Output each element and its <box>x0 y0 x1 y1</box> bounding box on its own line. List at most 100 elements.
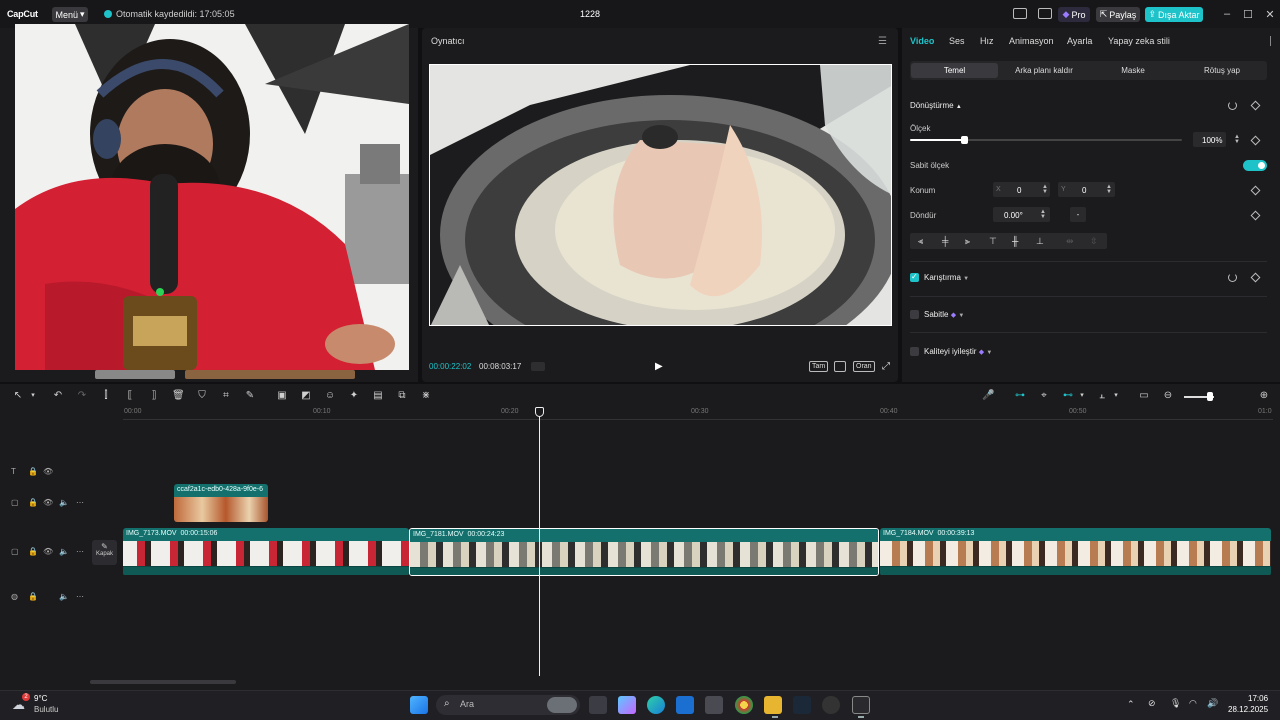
fit-timeline-icon[interactable]: ▭ <box>1138 390 1150 402</box>
freeze-frame-icon[interactable]: ▣ <box>276 390 288 402</box>
eye-icon[interactable]: 👁 <box>43 547 53 556</box>
caption-icon[interactable]: ▤ <box>372 390 384 402</box>
align-middle-v-icon[interactable]: ╫ <box>1012 236 1018 246</box>
stabilize-checkbox[interactable] <box>910 310 919 319</box>
tab-video[interactable]: Video <box>910 36 934 46</box>
uniform-scale-toggle[interactable] <box>1243 160 1267 171</box>
network-off-icon[interactable]: ⊘ <box>1148 698 1156 709</box>
align-left-icon[interactable]: ⫷ <box>918 236 923 247</box>
play-icon[interactable]: ▶ <box>655 361 663 372</box>
speaker-icon[interactable]: 🔈 <box>59 547 69 556</box>
align-center-h-icon[interactable]: ╪ <box>942 236 948 246</box>
windows-start-icon[interactable] <box>410 696 428 714</box>
tab-audio[interactable]: Ses <box>949 36 965 46</box>
delete-icon[interactable]: 🗑 <box>172 390 185 402</box>
lock-icon[interactable]: 🔒 <box>28 592 38 601</box>
crop-icon[interactable]: ⌗ <box>220 390 232 402</box>
link-icon[interactable]: ⊷ <box>1062 390 1074 402</box>
align-right-icon[interactable]: ⫸ <box>965 236 970 247</box>
playhead-handle[interactable] <box>535 407 544 417</box>
subtab-retouch[interactable]: Rötuş yap <box>1178 63 1266 78</box>
stepper-icon[interactable]: ▲ ▼ <box>1234 134 1240 145</box>
enhance-section-title[interactable]: Kaliteyi iyileştir ◆ ▼ <box>924 347 992 356</box>
lock-icon[interactable]: 🔒 <box>28 547 38 556</box>
layout-icon[interactable] <box>1013 8 1027 19</box>
maximize-icon[interactable]: ☐ <box>1242 8 1254 21</box>
chevron-down-icon[interactable]: ▾ <box>1076 390 1088 402</box>
wifi-icon[interactable]: ◠ <box>1189 698 1197 709</box>
focus-icon[interactable] <box>834 361 846 372</box>
redo-icon[interactable]: ↷ <box>76 390 88 402</box>
export-button[interactable]: ⇪ Dışa Aktar <box>1145 7 1203 22</box>
video-clip-selected[interactable]: IMG_7181.MOV 00:00:24:23 <box>409 528 879 576</box>
cover-button[interactable]: ✎ Kapak <box>92 540 117 565</box>
project-title[interactable]: 1228 <box>580 9 600 19</box>
main-track-magnet-icon[interactable]: ⊶ <box>1014 390 1026 402</box>
weather-temp[interactable]: 9°C <box>34 694 47 703</box>
rotate-dial-button[interactable]: - <box>1070 207 1086 222</box>
speaker-icon[interactable]: 🔈 <box>59 592 69 601</box>
task-view-icon[interactable] <box>589 696 607 714</box>
video-clip[interactable]: IMG_7173.MOV 00:00:15:06 <box>123 528 409 576</box>
menu-button[interactable]: Menü ▾ <box>52 7 88 22</box>
player-preview-frame[interactable] <box>429 64 892 326</box>
blend-section-title[interactable]: Karıştırma ▼ <box>924 273 969 282</box>
file-explorer-icon[interactable] <box>764 696 782 714</box>
undo-icon[interactable]: ↶ <box>52 390 64 402</box>
subtab-basic[interactable]: Temel <box>911 63 998 78</box>
speaker-icon[interactable]: 🔈 <box>59 498 69 507</box>
ai-edit-icon[interactable]: ✎ <box>244 390 256 402</box>
more-icon[interactable]: ⋯ <box>76 547 84 556</box>
chevron-down-icon[interactable]: ▾ <box>27 390 39 402</box>
distribute-h-icon[interactable]: ⇹ <box>1066 236 1074 247</box>
reset-icon[interactable] <box>1228 273 1237 282</box>
tab-animation[interactable]: Animasyon <box>1009 36 1054 46</box>
subtab-mask[interactable]: Maske <box>1090 63 1176 78</box>
stepper-icon[interactable]: ▲ ▼ <box>1106 184 1112 195</box>
stepper-icon[interactable]: ▲ ▼ <box>1042 184 1048 195</box>
steam-icon[interactable] <box>793 696 811 714</box>
reverse-icon[interactable]: ◩ <box>300 390 312 402</box>
weather-desc[interactable]: Bulutlu <box>34 705 58 714</box>
lock-icon[interactable]: 🔒 <box>28 498 38 507</box>
ratio-button[interactable]: Oran <box>853 361 875 372</box>
playhead-line[interactable] <box>539 408 540 676</box>
clock-date[interactable]: 28.12.2025 <box>1228 705 1268 714</box>
auto-snap-icon[interactable]: ⌖ <box>1038 390 1050 402</box>
stepper-icon[interactable]: ▲ ▼ <box>1040 209 1046 220</box>
blend-checkbox[interactable]: ✓ <box>910 272 919 282</box>
distribute-v-icon[interactable]: ⇳ <box>1090 236 1098 247</box>
eye-icon[interactable]: 👁 <box>43 467 53 476</box>
transform-icon[interactable]: ⧉ <box>396 390 408 402</box>
select-cursor-icon[interactable]: ↖ <box>12 390 24 402</box>
capcut-taskbar-icon[interactable] <box>852 696 870 714</box>
shortcuts-icon[interactable] <box>1038 8 1052 19</box>
tab-ai-style[interactable]: Yapay zeka stili <box>1108 36 1170 46</box>
zoom-out-icon[interactable]: ⊖ <box>1162 390 1174 402</box>
app-icon[interactable] <box>822 696 840 714</box>
preview-axis-icon[interactable]: ⫠ <box>1096 390 1108 402</box>
split-icon[interactable]: ⫿ <box>100 390 112 402</box>
timeline-scrollbar[interactable] <box>90 680 236 684</box>
close-icon[interactable]: ✕ <box>1264 8 1276 21</box>
subtab-remove-bg[interactable]: Arka planı kaldır <box>1000 63 1088 78</box>
store-icon[interactable] <box>705 696 723 714</box>
edge-browser-icon[interactable] <box>647 696 665 714</box>
timecode-grid-icon[interactable] <box>531 362 545 371</box>
fullscreen-quality-button[interactable]: Tam <box>809 361 829 372</box>
audio-split-icon[interactable]: ⋇ <box>420 390 432 402</box>
magic-icon[interactable]: ✦ <box>348 390 360 402</box>
more-icon[interactable]: ⋯ <box>76 498 84 507</box>
hamburger-menu-icon[interactable]: ☰ <box>878 36 887 47</box>
shield-icon[interactable]: ⛉ <box>196 390 208 402</box>
align-top-icon[interactable]: ⊤ <box>989 236 997 247</box>
tab-speed[interactable]: Hız <box>980 36 994 46</box>
copilot-icon[interactable] <box>618 696 636 714</box>
overlay-clip[interactable]: ccaf2a1c-edb0-428a-9f0e-6 <box>174 484 268 522</box>
align-bottom-icon[interactable]: ⊥ <box>1036 236 1044 247</box>
eye-icon[interactable]: 👁 <box>43 498 53 507</box>
zoom-in-icon[interactable]: ⊕ <box>1258 390 1270 402</box>
outlook-icon[interactable] <box>676 696 694 714</box>
microphone-icon[interactable]: 🎙 <box>1170 698 1181 709</box>
split-left-icon[interactable]: ⟦ <box>124 390 136 402</box>
